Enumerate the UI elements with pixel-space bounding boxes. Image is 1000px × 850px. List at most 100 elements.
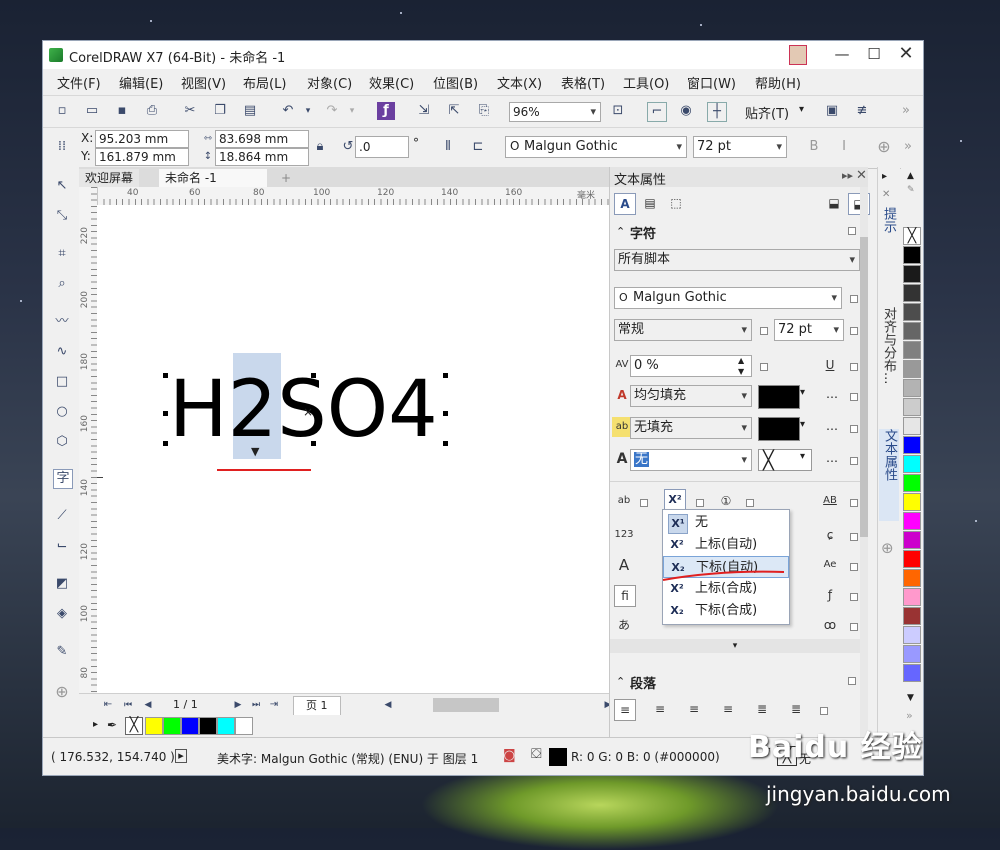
option-checkbox[interactable] — [850, 593, 858, 601]
numeral-icon[interactable]: 123 — [614, 525, 634, 545]
save-icon[interactable]: ▪ — [113, 102, 131, 120]
add-page-icon[interactable]: ⇥ — [265, 696, 283, 714]
publish-pdf-icon[interactable]: ⎘ — [475, 102, 493, 120]
palette-color-swatch[interactable] — [903, 512, 921, 530]
drop-shadow-icon[interactable]: ◩ — [53, 575, 71, 593]
selection-handle[interactable] — [443, 411, 448, 416]
text-tool-icon[interactable]: 字 — [53, 469, 73, 489]
section-collapse-icon[interactable]: ⌃ — [616, 225, 625, 238]
fill-settings-icon[interactable]: … — [826, 387, 838, 401]
copy-icon[interactable]: ❐ — [211, 102, 229, 120]
align-left-icon[interactable]: ≡ — [650, 699, 670, 719]
no-align-icon[interactable]: ≡ — [614, 699, 636, 721]
docker-close-icon[interactable]: ✕ — [856, 168, 867, 183]
ornament-icon[interactable]: ƒ — [820, 585, 840, 605]
polygon-tool-icon[interactable]: ⬡ — [53, 433, 71, 451]
underline-icon[interactable]: U — [820, 355, 840, 375]
paste-icon[interactable]: ▤ — [241, 102, 259, 120]
paragraph-tab-icon[interactable]: ▤ — [640, 193, 660, 213]
options-icon[interactable]: ▣ — [823, 102, 841, 120]
kerning-spinner-icon[interactable]: ▲ ▼ — [738, 355, 744, 377]
scroll-left-icon[interactable]: ◀ — [379, 696, 397, 714]
maximize-button[interactable]: ☐ — [859, 43, 889, 65]
kerning-input[interactable]: 0 % — [630, 355, 752, 377]
prev-page-icon[interactable]: ◀ — [139, 696, 157, 714]
palette-swatch[interactable] — [181, 717, 199, 735]
menu-file[interactable]: 文件(F) — [57, 73, 101, 92]
rectangle-tool-icon[interactable]: □ — [53, 373, 71, 391]
contextual-icon[interactable]: ɕ — [820, 525, 840, 545]
transparency-icon[interactable]: ◈ — [53, 605, 71, 623]
first-page-icon[interactable]: ⇤ — [99, 696, 117, 714]
background-color-dropdown-icon[interactable]: ▾ — [800, 419, 805, 430]
stylistic-set-icon[interactable]: A — [614, 555, 634, 575]
palette-color-swatch[interactable] — [903, 417, 921, 435]
option-checkbox[interactable] — [640, 499, 648, 507]
option-checkbox[interactable] — [850, 563, 858, 571]
background-settings-icon[interactable]: … — [826, 419, 838, 433]
strikethrough-icon[interactable]: AB — [820, 491, 840, 511]
character-tab-icon[interactable]: A — [614, 193, 636, 215]
sidetab-pin-icon[interactable]: ✕ — [882, 189, 890, 200]
numeral-style-icon[interactable]: ① — [716, 491, 736, 511]
menu-help[interactable]: 帮助(H) — [755, 73, 801, 92]
redo-dropdown-icon[interactable]: ▾ — [343, 102, 361, 120]
x-position-input[interactable]: 95.203 mm — [95, 130, 189, 148]
color-eyedropper-icon[interactable]: ✒ — [107, 718, 117, 732]
rulers-icon[interactable]: ⌐ — [647, 102, 667, 122]
selection-handle[interactable] — [443, 441, 448, 446]
palette-down-icon[interactable]: ▼ — [907, 693, 914, 703]
vertical-ruler[interactable]: 220 200 180 160 140 120 100 80 — [79, 187, 98, 693]
option-checkbox[interactable] — [850, 533, 858, 541]
drawing-page[interactable]: H2SO4 ▼ × — [97, 205, 585, 693]
option-checkbox[interactable] — [850, 327, 858, 335]
expand-more-icon[interactable]: ▾ — [610, 639, 860, 653]
option-checkbox[interactable] — [850, 623, 858, 631]
zoom-level-select[interactable]: 96% — [509, 102, 601, 122]
height-input[interactable]: 18.864 mm — [215, 148, 309, 166]
ligature-icon[interactable]: ﬁ — [614, 585, 636, 607]
palette-color-swatch[interactable] — [903, 531, 921, 549]
align-right-icon[interactable]: ≡ — [718, 699, 738, 719]
palette-color-swatch[interactable] — [903, 398, 921, 416]
script-select[interactable]: 所有脚本 — [614, 249, 860, 271]
artistic-media-icon[interactable]: ∿ — [53, 343, 71, 361]
color-proof-icon[interactable]: ◙ — [503, 748, 516, 763]
menu-text[interactable]: 文本(X) — [497, 73, 542, 92]
horizontal-scroll-thumb[interactable] — [433, 698, 499, 712]
palette-swatch[interactable] — [217, 717, 235, 735]
background-fill-select[interactable]: 无填充 — [630, 417, 752, 439]
docker-collapse-icon[interactable]: ▸▸ — [842, 169, 853, 182]
align-center-icon[interactable]: ≡ — [684, 699, 704, 719]
swash-icon[interactable]: Ae — [820, 555, 840, 575]
snap-dropdown-icon[interactable]: ▾ — [799, 104, 804, 115]
palette-color-swatch[interactable] — [903, 455, 921, 473]
palette-color-swatch[interactable] — [903, 246, 921, 264]
mirror-vertical-icon[interactable]: ⊏ — [469, 138, 487, 156]
sidetab-align-distribute[interactable]: 对齐与分布... — [880, 307, 898, 407]
y-position-input[interactable]: 161.879 mm — [95, 148, 189, 166]
palette-color-swatch[interactable] — [903, 303, 921, 321]
force-justify-icon[interactable]: ≣ — [786, 699, 806, 719]
justify-icon[interactable]: ≣ — [752, 699, 772, 719]
character-node-icon[interactable]: ▼ — [251, 445, 259, 458]
docker-scroll-thumb[interactable] — [860, 237, 868, 537]
palette-color-swatch[interactable] — [903, 588, 921, 606]
menu-effects[interactable]: 效果(C) — [369, 73, 414, 92]
undo-icon[interactable]: ↶ — [279, 102, 297, 120]
print-icon[interactable]: ⎙ — [143, 102, 161, 120]
position-option-subscript-synthesized[interactable]: X₂ 下标(合成) — [663, 600, 789, 622]
section-option-checkbox[interactable] — [848, 227, 856, 235]
width-input[interactable]: 83.698 mm — [215, 130, 309, 148]
palette-swatch[interactable] — [145, 717, 163, 735]
no-color-swatch[interactable]: ╳ — [125, 717, 143, 735]
background-color-picker[interactable] — [758, 417, 800, 441]
outline-color-dropdown-icon[interactable]: ▾ — [800, 451, 805, 462]
snap-to-button[interactable]: 贴齐(T) — [745, 103, 789, 122]
export-icon[interactable]: ⇱ — [445, 102, 463, 120]
angle-input[interactable]: .0 — [355, 136, 409, 158]
palette-color-swatch[interactable] — [903, 664, 921, 682]
position-option-superscript-auto[interactable]: X² 上标(自动) — [663, 534, 789, 556]
all-caps-icon[interactable]: ab — [614, 491, 634, 511]
selection-handle[interactable] — [163, 411, 168, 416]
